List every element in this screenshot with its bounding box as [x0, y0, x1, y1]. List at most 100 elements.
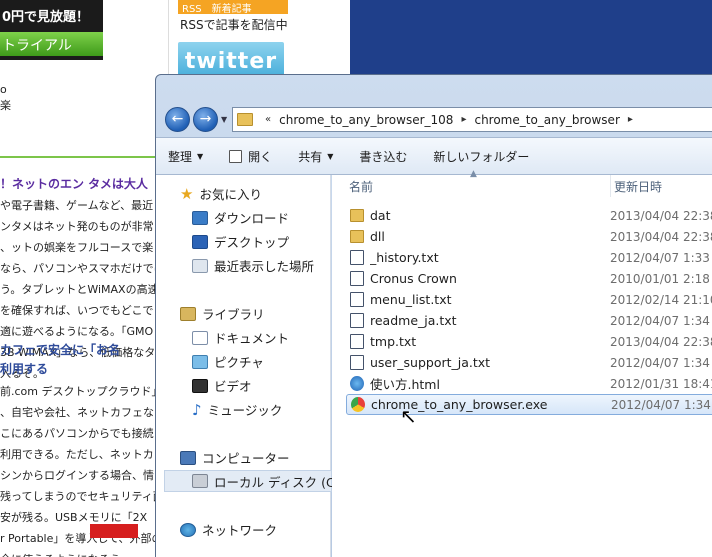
- article-line: を確保すれば、いつでもどこで: [0, 304, 154, 317]
- column-header-date[interactable]: 更新日時: [610, 175, 662, 197]
- nav-label: ネットワーク: [202, 523, 278, 538]
- breadcrumb-overflow[interactable]: «: [265, 114, 271, 125]
- nav-documents[interactable]: ドキュメント: [192, 328, 289, 347]
- nav-music[interactable]: ♪ ミュージック: [192, 400, 282, 419]
- text-file-icon: [350, 250, 364, 265]
- hard-drive-icon: [192, 474, 208, 488]
- burn-button[interactable]: 書き込む: [359, 148, 407, 165]
- file-name: Cronus Crown: [370, 271, 457, 286]
- article-line: 、ットの娯楽をフルコースで楽: [0, 241, 154, 254]
- file-row[interactable]: dat 2013/04/04 22:38: [346, 205, 712, 226]
- rss-badge[interactable]: RSS 新着記事: [178, 0, 288, 15]
- nav-recent-places[interactable]: 最近表示した場所: [192, 256, 314, 275]
- ad-banner-text: 0円で見放題！: [2, 10, 90, 25]
- breadcrumb-item[interactable]: chrome_to_any_browser: [474, 113, 619, 127]
- new-folder-button[interactable]: 新しいフォルダー: [433, 148, 529, 165]
- nav-label: コンピューター: [202, 451, 290, 466]
- article-line: なら、パソコンやスマホだけでは: [0, 262, 165, 275]
- command-bar: 整理 ▼ 開く 共有 ▼ 書き込む 新しいフォルダー: [156, 137, 712, 175]
- file-row[interactable]: tmp.txt 2013/04/04 22:38: [346, 331, 712, 352]
- nav-videos[interactable]: ビデオ: [192, 376, 252, 395]
- article-line: 、自宅や会社、ネットカフェな: [0, 406, 154, 419]
- rss-caption[interactable]: RSSで記事を配信中: [180, 16, 288, 33]
- file-row[interactable]: user_support_ja.txt 2012/04/07 1:34: [346, 352, 712, 373]
- nav-computer[interactable]: コンピューター: [180, 448, 290, 467]
- text-file-icon: [350, 334, 364, 349]
- column-header-name[interactable]: 名前: [349, 175, 373, 197]
- file-date: 2013/04/04 22:38: [610, 334, 712, 349]
- new-folder-label: 新しいフォルダー: [433, 149, 530, 164]
- breadcrumb-item[interactable]: chrome_to_any_browser_108: [279, 113, 453, 127]
- file-date: 2012/04/07 1:34: [611, 397, 711, 412]
- file-name: dat: [370, 208, 391, 223]
- forward-button[interactable]: →: [193, 107, 218, 132]
- nav-downloads[interactable]: ダウンロード: [192, 208, 289, 227]
- navigation-bar: ← → ▼ « chrome_to_any_browser_108 ▸ chro…: [156, 75, 712, 137]
- desktop-icon: [192, 234, 208, 249]
- nav-pictures[interactable]: ピクチャ: [192, 352, 264, 371]
- article-line: こにあるパソコンからでも接続: [0, 427, 154, 440]
- file-name: tmp.txt: [370, 334, 417, 349]
- file-name: readme_ja.txt: [370, 313, 457, 328]
- article-headline[interactable]: ！ネットのエン タメは大人: [0, 175, 148, 192]
- article-line: r Portable」を導入して、外部の: [0, 532, 163, 545]
- forward-arrow-icon: →: [199, 111, 212, 127]
- sort-ascending-icon: ▲: [470, 169, 477, 179]
- article-line: 全に使えるようになろう。: [0, 550, 131, 557]
- library-icon: [180, 306, 196, 321]
- organize-label: 整理: [168, 149, 193, 164]
- share-button[interactable]: 共有 ▼: [298, 148, 333, 165]
- nav-label: デスクトップ: [214, 235, 290, 250]
- text-file-icon: [350, 292, 364, 307]
- file-date: 2010/01/01 2:18: [610, 271, 710, 286]
- back-button[interactable]: ←: [165, 107, 190, 132]
- side-text: 楽: [0, 99, 11, 112]
- download-folder-icon: [192, 210, 208, 225]
- file-row[interactable]: dll 2013/04/04 22:38: [346, 226, 712, 247]
- back-arrow-icon: ←: [171, 111, 184, 127]
- network-icon: [180, 522, 196, 537]
- chevron-right-icon[interactable]: ▸: [628, 114, 633, 125]
- chevron-right-icon[interactable]: ▸: [461, 114, 466, 125]
- html-file-icon: [350, 376, 364, 391]
- article-line: や電子書籍、ゲームなど、最近: [0, 199, 154, 212]
- divider: [0, 156, 155, 158]
- nav-libraries[interactable]: ライブラリ: [180, 304, 265, 323]
- open-button[interactable]: 開く: [229, 148, 272, 165]
- article-line: 残ってしまうのでセキュリティ面: [0, 490, 164, 503]
- text-file-icon: [350, 313, 364, 328]
- address-bar[interactable]: « chrome_to_any_browser_108 ▸ chrome_to_…: [232, 107, 712, 132]
- shortcut-icon: [350, 271, 364, 286]
- file-row[interactable]: readme_ja.txt 2012/04/07 1:34: [346, 310, 712, 331]
- nav-network[interactable]: ネットワーク: [180, 520, 277, 539]
- file-row[interactable]: menu_list.txt 2012/02/14 21:10: [346, 289, 712, 310]
- nav-label: ドキュメント: [214, 331, 290, 346]
- nav-local-disk[interactable]: ローカル ディスク (C: [164, 470, 335, 492]
- headline-line[interactable]: カフェで安全に「お名: [0, 341, 120, 360]
- article-line: 利用できる。ただし、ネットカフ: [0, 448, 165, 461]
- article-line: ンタメはネット発のものが非常: [0, 220, 154, 233]
- nav-label: お気に入り: [199, 187, 262, 202]
- mouse-cursor-icon: ↖: [400, 404, 417, 428]
- open-label: 開く: [248, 149, 273, 164]
- nav-label: 最近表示した場所: [214, 259, 315, 274]
- nav-favorites[interactable]: ★ お気に入り: [180, 184, 262, 203]
- bottom-ad[interactable]: [90, 524, 138, 538]
- headline-line[interactable]: 利用する: [0, 360, 120, 379]
- organize-button[interactable]: 整理 ▼: [168, 148, 203, 165]
- file-date: 2012/04/07 1:34: [610, 355, 710, 370]
- star-icon: ★: [180, 184, 194, 203]
- file-date: 2013/04/04 22:38: [610, 208, 712, 223]
- article-headline-2[interactable]: カフェで安全に「お名 利用する: [0, 341, 120, 379]
- nav-desktop[interactable]: デスクトップ: [192, 232, 289, 251]
- file-row[interactable]: 使い方.html 2012/01/31 18:41: [346, 373, 712, 394]
- share-label: 共有: [298, 149, 323, 164]
- recent-pages-dropdown-icon[interactable]: ▼: [221, 115, 227, 124]
- trial-button[interactable]: トライアル: [0, 32, 103, 56]
- folder-icon: [237, 113, 253, 126]
- nav-label: ローカル ディスク (C: [214, 474, 335, 490]
- file-row[interactable]: _history.txt 2012/04/07 1:33: [346, 247, 712, 268]
- file-row[interactable]: Cronus Crown 2010/01/01 2:18: [346, 268, 712, 289]
- text-file-icon: [350, 355, 364, 370]
- nav-label: ミュージック: [207, 403, 283, 418]
